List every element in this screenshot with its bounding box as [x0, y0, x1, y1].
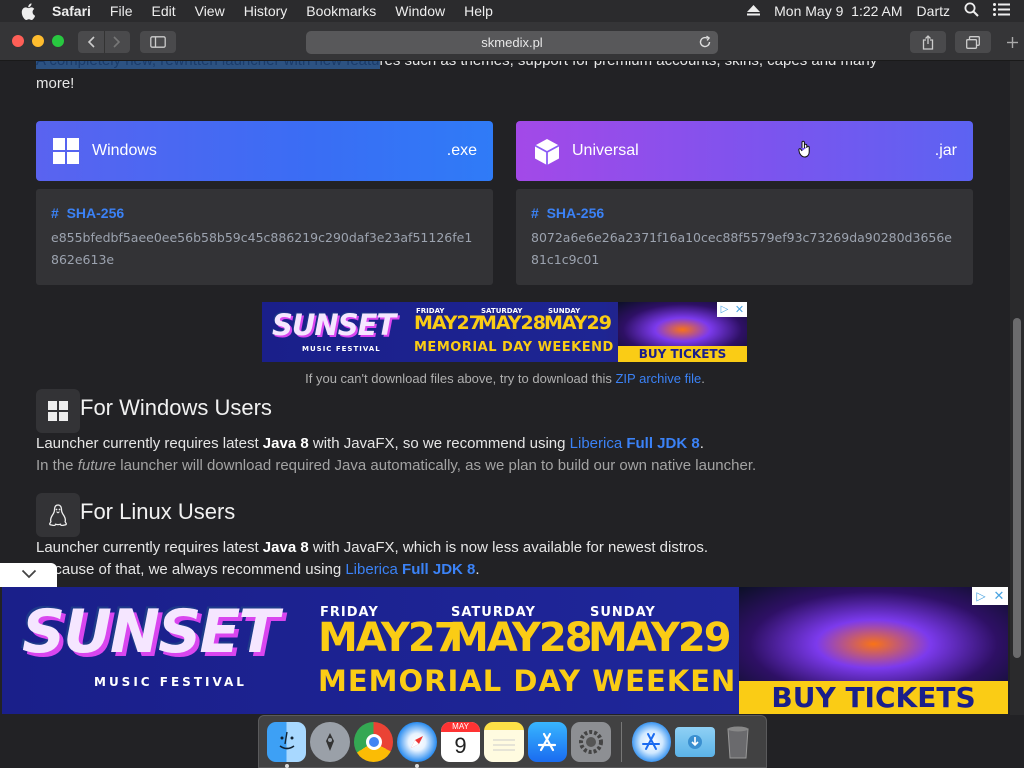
menu-help[interactable]: Help [464, 3, 493, 19]
address-bar-url: skmedix.pl [481, 35, 543, 50]
forward-button[interactable] [103, 31, 131, 53]
ad-collapse-button[interactable] [0, 563, 57, 587]
address-bar[interactable]: skmedix.pl [306, 31, 718, 54]
ad-close-icon[interactable]: ✕ [732, 302, 747, 317]
dock: MAY 9 [258, 715, 767, 768]
adchoices-icon[interactable]: ▷ [717, 302, 732, 317]
page-scrollbar-thumb[interactable] [1013, 318, 1021, 658]
system-preferences-icon[interactable] [571, 721, 611, 762]
reload-icon[interactable] [698, 35, 712, 49]
windows-download-ext: .exe [446, 142, 477, 159]
linux-section-icon [36, 493, 80, 537]
intro-text: A completely new, rewritten launcher wit… [36, 61, 956, 95]
menu-window[interactable]: Window [395, 3, 445, 19]
menu-edit[interactable]: Edit [151, 3, 175, 19]
menu-history[interactable]: History [244, 3, 288, 19]
adchoices-icon[interactable]: ▷ [972, 587, 990, 605]
menubar-user[interactable]: Dartz [917, 3, 950, 19]
window-minimize-button[interactable] [32, 35, 44, 47]
selected-text: A completely new, rewritten launcher wit… [36, 61, 380, 69]
share-button[interactable] [910, 31, 946, 53]
new-tab-button[interactable] [1003, 31, 1021, 53]
ad-close-icon[interactable]: ✕ [990, 587, 1008, 605]
universal-download-label: Universal [572, 142, 639, 159]
universal-download-button[interactable]: Universal .jar [516, 121, 973, 181]
ad-buy-tickets-button[interactable]: BUY TICKETS [618, 346, 747, 362]
universal-hash-value[interactable]: 8072a6e6e26a2371f16a10cec88f5579ef93c732… [531, 227, 958, 271]
app-store-icon[interactable] [527, 721, 568, 762]
zip-note: If you can't download files above, try t… [305, 371, 705, 386]
liberica-link[interactable]: Liberica Full JDK 8 [345, 561, 475, 578]
applications-folder-icon[interactable] [631, 721, 672, 762]
ad-concert-image [739, 587, 1008, 682]
menu-view[interactable]: View [195, 3, 225, 19]
ad-controls: ▷ ✕ [972, 587, 1008, 605]
ad-brand-logo: SUNSET [22, 597, 279, 667]
linux-requirements-text: Launcher currently requires latest Java … [36, 539, 709, 578]
trash-icon[interactable] [719, 722, 758, 762]
linux-users-heading: For Linux Users [80, 499, 236, 524]
calendar-day: 9 [454, 732, 467, 758]
launchpad-icon[interactable] [310, 721, 350, 762]
downloads-folder-icon[interactable] [675, 726, 715, 757]
tab-overview-button[interactable] [955, 31, 991, 53]
finder-icon[interactable] [267, 721, 307, 768]
menubar: Safari File Edit View History Bookmarks … [0, 0, 1024, 22]
zip-archive-link[interactable]: ZIP archive file [615, 371, 701, 386]
calendar-icon[interactable]: MAY 9 [440, 721, 481, 762]
ad-brand-logo: SUNSET [272, 308, 396, 342]
liberica-link[interactable]: Liberica Full JDK 8 [570, 435, 700, 452]
ad-controls: ▷ ✕ [717, 302, 747, 317]
safari-icon[interactable] [397, 721, 437, 768]
hash-icon: # [531, 205, 539, 221]
windows-users-heading: For Windows Users [80, 395, 272, 420]
mouse-cursor-icon [798, 140, 812, 163]
chrome-icon[interactable] [353, 721, 394, 762]
window-zoom-button[interactable] [52, 35, 64, 47]
apple-menu-icon[interactable] [18, 1, 38, 21]
spotlight-search-icon[interactable] [964, 2, 979, 20]
hash-icon: # [51, 205, 59, 221]
universal-hash-box: # SHA-256 8072a6e6e26a2371f16a10cec88f55… [516, 189, 973, 285]
menu-file[interactable]: File [110, 3, 133, 19]
windows-section-icon [36, 389, 80, 433]
windows-logo-icon [52, 137, 80, 165]
menubar-clock[interactable]: Mon May 9 1:22 AM [774, 3, 902, 19]
browser-toolbar: skmedix.pl [0, 22, 1024, 61]
universal-hash-title: # SHA-256 [531, 205, 605, 221]
ad-banner-large[interactable]: SUNSET MUSIC FESTIVAL FRIDAY MAY27 SATUR… [2, 587, 1008, 714]
ad-buy-tickets-button[interactable]: BUY TICKETS [739, 681, 1008, 714]
notes-icon[interactable] [484, 721, 524, 762]
universal-download-ext: .jar [934, 142, 957, 159]
chevron-down-icon [21, 566, 37, 584]
windows-hash-box: # SHA-256 e855bfedbf5aee0ee56b58b59c45c8… [36, 189, 493, 285]
windows-hash-value[interactable]: e855bfedbf5aee0ee56b58b59c45c886219c290d… [51, 227, 478, 271]
menu-bookmarks[interactable]: Bookmarks [306, 3, 376, 19]
back-button[interactable] [78, 31, 104, 53]
windows-download-label: Windows [92, 142, 157, 159]
windows-download-button[interactable]: Windows .exe [36, 121, 493, 181]
calendar-month: MAY [440, 721, 481, 732]
package-box-icon [532, 137, 560, 165]
sidebar-toggle-button[interactable] [140, 31, 176, 53]
screen: Safari File Edit View History Bookmarks … [0, 0, 1024, 768]
dock-separator [620, 721, 622, 762]
notification-center-icon[interactable] [993, 3, 1010, 19]
windows-requirements-text: Launcher currently requires latest Java … [36, 435, 757, 474]
menu-app-name[interactable]: Safari [52, 3, 91, 19]
ad-banner-small[interactable]: SUNSET MUSIC FESTIVAL FRIDAY MAY27 SATUR… [262, 302, 747, 362]
windows-hash-title: # SHA-256 [51, 205, 125, 221]
eject-icon[interactable] [747, 3, 761, 19]
history-nav [78, 31, 130, 53]
window-close-button[interactable] [12, 35, 24, 47]
